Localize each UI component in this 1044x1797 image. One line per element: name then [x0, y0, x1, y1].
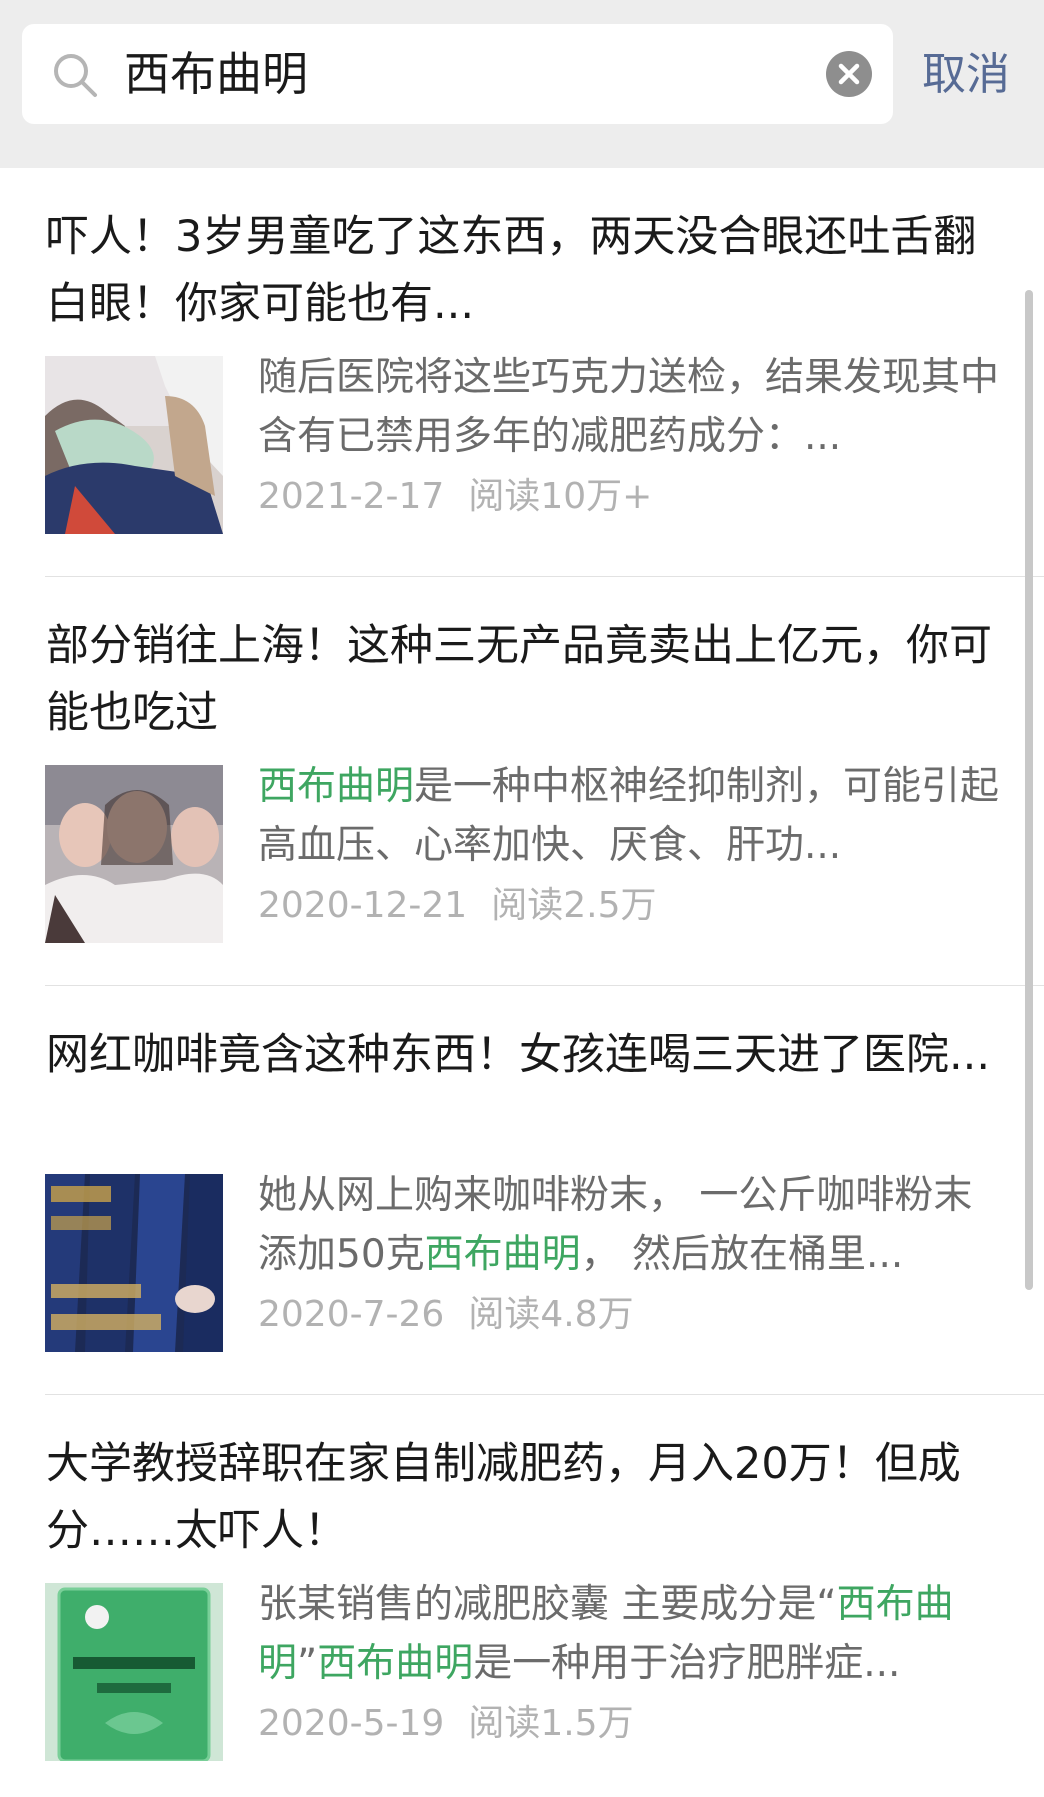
- article-meta: 2020-7-26 阅读4.8万: [258, 1291, 634, 1339]
- article-title[interactable]: 部分销往上海！这种三无产品竟卖出上亿元，你可能也吃过: [46, 613, 1006, 747]
- article-title[interactable]: 网红咖啡竟含这种东西！女孩连喝三天进了医院...: [46, 1022, 1006, 1089]
- article-card[interactable]: 网红咖啡竟含这种东西！女孩连喝三天进了医院... 她从网上购来咖啡粉末， 一公斤…: [0, 986, 1044, 1395]
- article-card[interactable]: 吓人！3岁男童吃了这东西，两天没合眼还吐舌翻白眼！你家可能也有... 随后医院将…: [0, 168, 1044, 577]
- article-read-count: 阅读10万+: [468, 476, 653, 517]
- snippet-text: ， 然后放在桶里...: [580, 1232, 904, 1277]
- article-date: 2021-2-17: [258, 476, 445, 517]
- cancel-button[interactable]: 取消: [922, 0, 1010, 150]
- article-meta: 2020-5-19 阅读1.5万: [258, 1700, 634, 1748]
- article-thumbnail[interactable]: [45, 356, 223, 534]
- article-snippet: 随后医院将这些巧克力送检，结果发现其中含有已禁用多年的减肥药成分：...: [258, 348, 1008, 466]
- snippet-text: 是一种用于治疗肥胖症...: [473, 1641, 901, 1686]
- search-box[interactable]: 西布曲明: [22, 24, 893, 124]
- keyword-highlight: 西布曲明: [317, 1641, 474, 1686]
- article-snippet: 西布曲明是一种中枢神经抑制剂，可能引起高血压、心率加快、厌食、肝功...: [258, 757, 1008, 875]
- snippet-text: 随后医院将这些巧克力送检，结果发现其中含有已禁用多年的减肥药成分：...: [258, 355, 1000, 459]
- article-date: 2020-5-19: [258, 1703, 445, 1744]
- clear-icon[interactable]: [826, 51, 872, 97]
- article-read-count: 阅读1.5万: [468, 1703, 634, 1744]
- search-header: 西布曲明 取消: [0, 0, 1044, 168]
- article-thumbnail[interactable]: [45, 1174, 223, 1352]
- article-date: 2020-7-26: [258, 1294, 445, 1335]
- article-title[interactable]: 大学教授辞职在家自制减肥药，月入20万！但成分……太吓人！: [46, 1431, 1006, 1565]
- article-thumbnail[interactable]: [45, 765, 223, 943]
- search-input[interactable]: 西布曲明: [124, 24, 824, 124]
- article-read-count: 阅读4.8万: [468, 1294, 634, 1335]
- keyword-highlight: 西布曲明: [258, 764, 415, 809]
- article-card[interactable]: 部分销往上海！这种三无产品竟卖出上亿元，你可能也吃过 西布曲明是一种中枢神经抑制…: [0, 577, 1044, 986]
- search-icon: [50, 50, 100, 100]
- article-thumbnail[interactable]: [45, 1583, 223, 1761]
- article-card[interactable]: 大学教授辞职在家自制减肥药，月入20万！但成分……太吓人！ 张某销售的减肥胶囊 …: [0, 1395, 1044, 1797]
- article-snippet: 她从网上购来咖啡粉末， 一公斤咖啡粉末添加50克西布曲明， 然后放在桶里...: [258, 1166, 1008, 1284]
- article-read-count: 阅读2.5万: [491, 885, 657, 926]
- article-date: 2020-12-21: [258, 885, 468, 926]
- keyword-highlight: 西布曲明: [424, 1232, 581, 1277]
- search-results-screen: 西布曲明 取消 吓人！3岁男童吃了这东西，两天没合眼还吐舌翻白眼！你家可能也有.…: [0, 0, 1044, 1797]
- article-snippet: 张某销售的减肥胶囊 主要成分是“西布曲明”西布曲明是一种用于治疗肥胖症...: [258, 1575, 1008, 1693]
- article-meta: 2020-12-21 阅读2.5万: [258, 882, 656, 930]
- snippet-text: ”: [297, 1641, 318, 1686]
- article-title[interactable]: 吓人！3岁男童吃了这东西，两天没合眼还吐舌翻白眼！你家可能也有...: [46, 204, 1006, 338]
- article-meta: 2021-2-17 阅读10万+: [258, 473, 652, 521]
- snippet-text: 张某销售的减肥胶囊 主要成分是“: [258, 1582, 837, 1627]
- scrollbar[interactable]: [1025, 290, 1033, 1290]
